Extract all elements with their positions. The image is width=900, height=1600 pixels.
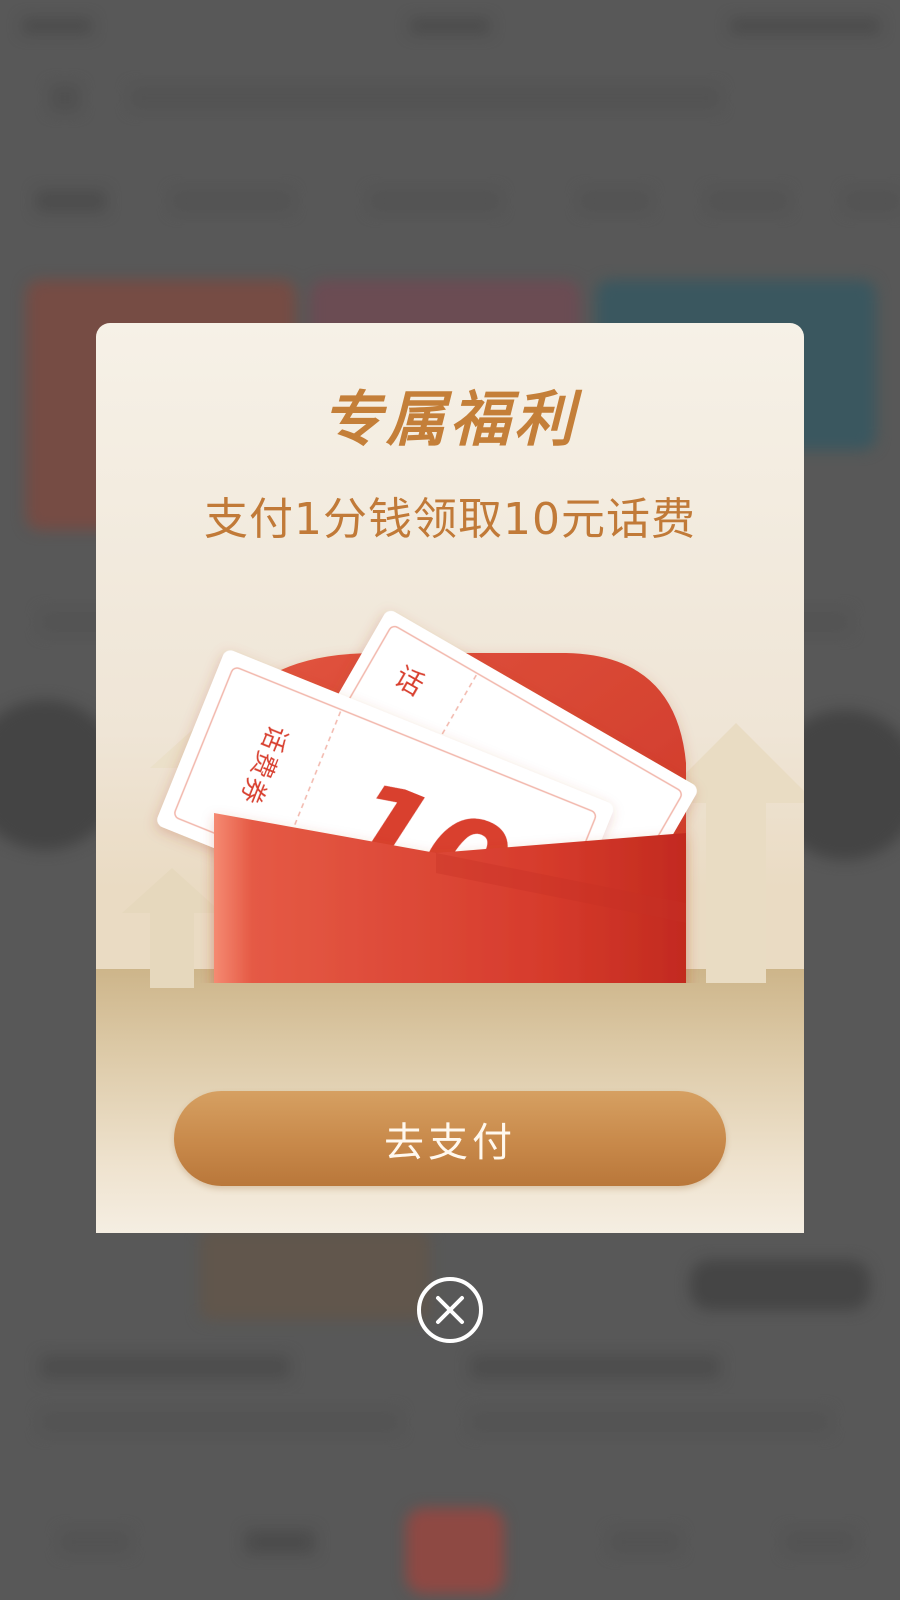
pay-button[interactable]: 去支付 — [174, 1091, 726, 1186]
promo-popup: 专属福利 支付1分钱领取10元话费 话 话费券 10 去支付 — [96, 323, 804, 1233]
close-button[interactable] — [415, 1275, 485, 1345]
close-circle-icon — [417, 1277, 483, 1343]
popup-subtitle: 支付1分钱领取10元话费 — [204, 494, 696, 545]
popup-title: 专属福利 — [322, 385, 578, 455]
red-envelope-illustration: 话 话费券 10 — [157, 610, 697, 983]
